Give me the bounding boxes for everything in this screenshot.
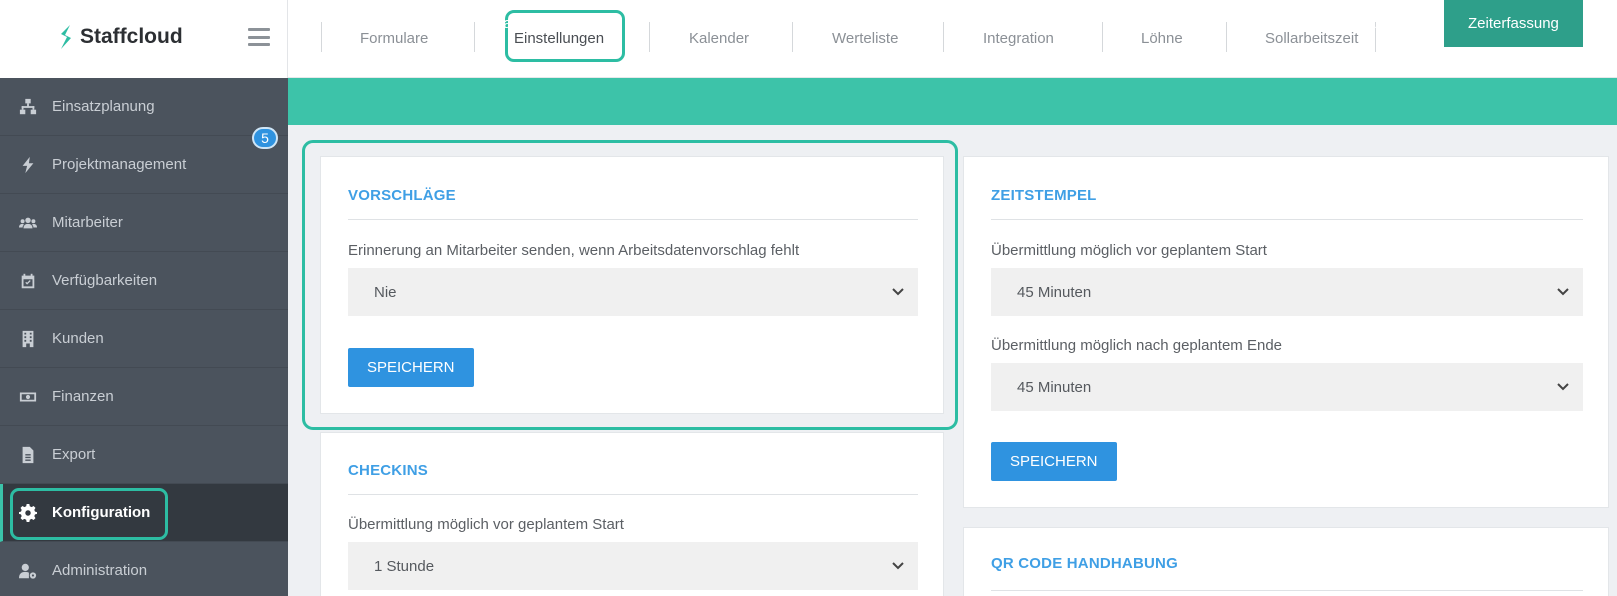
select-value: 45 Minuten bbox=[1017, 378, 1092, 396]
tab-separator bbox=[649, 22, 650, 52]
sidebar-item-label: Export bbox=[52, 446, 96, 463]
chevron-down-icon bbox=[892, 288, 904, 296]
sidebar-item-label: Mitarbeiter bbox=[52, 214, 123, 231]
chevron-down-icon bbox=[1557, 383, 1569, 391]
users-icon bbox=[18, 213, 38, 233]
building-icon bbox=[18, 329, 38, 349]
subtab-projekte[interactable]: Projekte bbox=[930, 0, 985, 47]
sidebar-item-konfiguration[interactable]: Konfiguration bbox=[0, 484, 288, 542]
tab-separator bbox=[792, 22, 793, 52]
card-checkins: CHECKINS Übermittlung möglich vor geplan… bbox=[320, 432, 944, 596]
sidebar-item-export[interactable]: Export bbox=[0, 426, 288, 484]
subtab-allgemein[interactable]: Allgemein bbox=[346, 0, 412, 47]
card-vorschlaege: VORSCHLÄGE Erinnerung an Mitarbeiter sen… bbox=[320, 156, 944, 414]
card-title: VORSCHLÄGE bbox=[348, 187, 456, 204]
timestamp-before-start-select[interactable]: 45 Minuten bbox=[991, 268, 1583, 316]
sidebar-nav: Einsatzplanung Projektmanagement Mitarbe… bbox=[0, 78, 288, 596]
sidebar-item-label: Einsatzplanung bbox=[52, 98, 155, 115]
sidebar-item-projektmanagement[interactable]: Projektmanagement bbox=[0, 136, 288, 194]
sidebar-item-label: Konfiguration bbox=[52, 504, 151, 521]
subtab-benachrichtigungen[interactable]: Benachrichtigungen bbox=[1280, 0, 1413, 47]
timestamp-after-end-select[interactable]: 45 Minuten bbox=[991, 363, 1583, 411]
select-value: Nie bbox=[374, 283, 397, 301]
card-title: CHECKINS bbox=[348, 462, 428, 479]
chevron-down-icon bbox=[1557, 288, 1569, 296]
field-label: Erinnerung an Mitarbeiter senden, wenn A… bbox=[348, 242, 800, 259]
divider bbox=[348, 219, 918, 220]
select-value: 1 Stunde bbox=[374, 557, 435, 575]
bolt-icon bbox=[18, 155, 38, 175]
app-name: Staffcloud bbox=[80, 25, 183, 48]
sidebar-item-verfuegbarkeiten[interactable]: Verfügbarkeiten bbox=[0, 252, 288, 310]
card-title: ZEITSTEMPEL bbox=[991, 187, 1097, 204]
chevron-down-icon bbox=[892, 562, 904, 570]
divider bbox=[348, 494, 918, 495]
sidebar-item-label: Administration bbox=[52, 562, 148, 579]
field-label: Übermittlung möglich vor geplantem Start bbox=[991, 242, 1267, 259]
reminder-select[interactable]: Nie bbox=[348, 268, 918, 316]
sidebar-item-finanzen[interactable]: Finanzen bbox=[0, 368, 288, 426]
subtab-events[interactable]: Events bbox=[1038, 0, 1084, 47]
subtab-mitarbeiter[interactable]: Mitarbeiter bbox=[801, 0, 872, 47]
sidebar-item-mitarbeiter[interactable]: Mitarbeiter bbox=[0, 194, 288, 252]
save-button[interactable]: SPEICHERN bbox=[348, 348, 474, 387]
subtab-rekrutierung[interactable]: Rekrutierung bbox=[661, 0, 747, 47]
sidebar-item-kunden[interactable]: Kunden bbox=[0, 310, 288, 368]
subtab-zeiterfassung[interactable]: Zeiterfassung bbox=[1444, 0, 1583, 47]
app-logo[interactable]: Staffcloud bbox=[58, 24, 183, 50]
card-qrcode: QR CODE HANDHABUNG bbox=[963, 527, 1609, 596]
sub-tabbar bbox=[288, 78, 1617, 125]
tab-separator bbox=[1102, 22, 1103, 52]
subtab-bewertungen[interactable]: Bewertungen bbox=[1136, 0, 1224, 47]
card-title: QR CODE HANDHABUNG bbox=[991, 555, 1178, 572]
divider bbox=[991, 590, 1583, 591]
money-bill-icon bbox=[18, 387, 38, 407]
save-button[interactable]: SPEICHERN bbox=[991, 442, 1117, 481]
calendar-check-icon bbox=[18, 271, 38, 291]
tab-separator bbox=[1226, 22, 1227, 52]
divider bbox=[991, 219, 1583, 220]
gear-icon bbox=[18, 503, 38, 523]
logo-bar: Staffcloud bbox=[0, 0, 288, 78]
subtab-internationalisierung[interactable]: Internationalisierung bbox=[465, 0, 600, 47]
file-icon bbox=[18, 445, 38, 465]
sitemap-icon bbox=[18, 97, 38, 117]
sidebar-item-einsatzplanung[interactable]: Einsatzplanung bbox=[0, 78, 288, 136]
select-value: 45 Minuten bbox=[1017, 283, 1092, 301]
sidebar-item-label: Projektmanagement bbox=[52, 156, 187, 173]
checkin-before-start-select[interactable]: 1 Stunde bbox=[348, 542, 918, 590]
sidebar-item-administration[interactable]: Administration bbox=[0, 542, 288, 596]
tab-separator bbox=[321, 22, 322, 52]
card-zeitstempel: ZEITSTEMPEL Übermittlung möglich vor gep… bbox=[963, 156, 1609, 508]
field-label: Übermittlung möglich vor geplantem Start bbox=[348, 516, 624, 533]
field-label: Übermittlung möglich nach geplantem Ende bbox=[991, 337, 1282, 354]
mitarbeiter-count-badge: 5 bbox=[252, 127, 278, 149]
sidebar-item-label: Verfügbarkeiten bbox=[52, 272, 158, 289]
sidebar-item-label: Finanzen bbox=[52, 388, 114, 405]
hamburger-menu-icon[interactable] bbox=[248, 28, 270, 46]
sidebar-item-label: Kunden bbox=[52, 330, 104, 347]
staffcloud-logo-icon bbox=[61, 25, 71, 49]
user-gear-icon bbox=[18, 561, 38, 581]
